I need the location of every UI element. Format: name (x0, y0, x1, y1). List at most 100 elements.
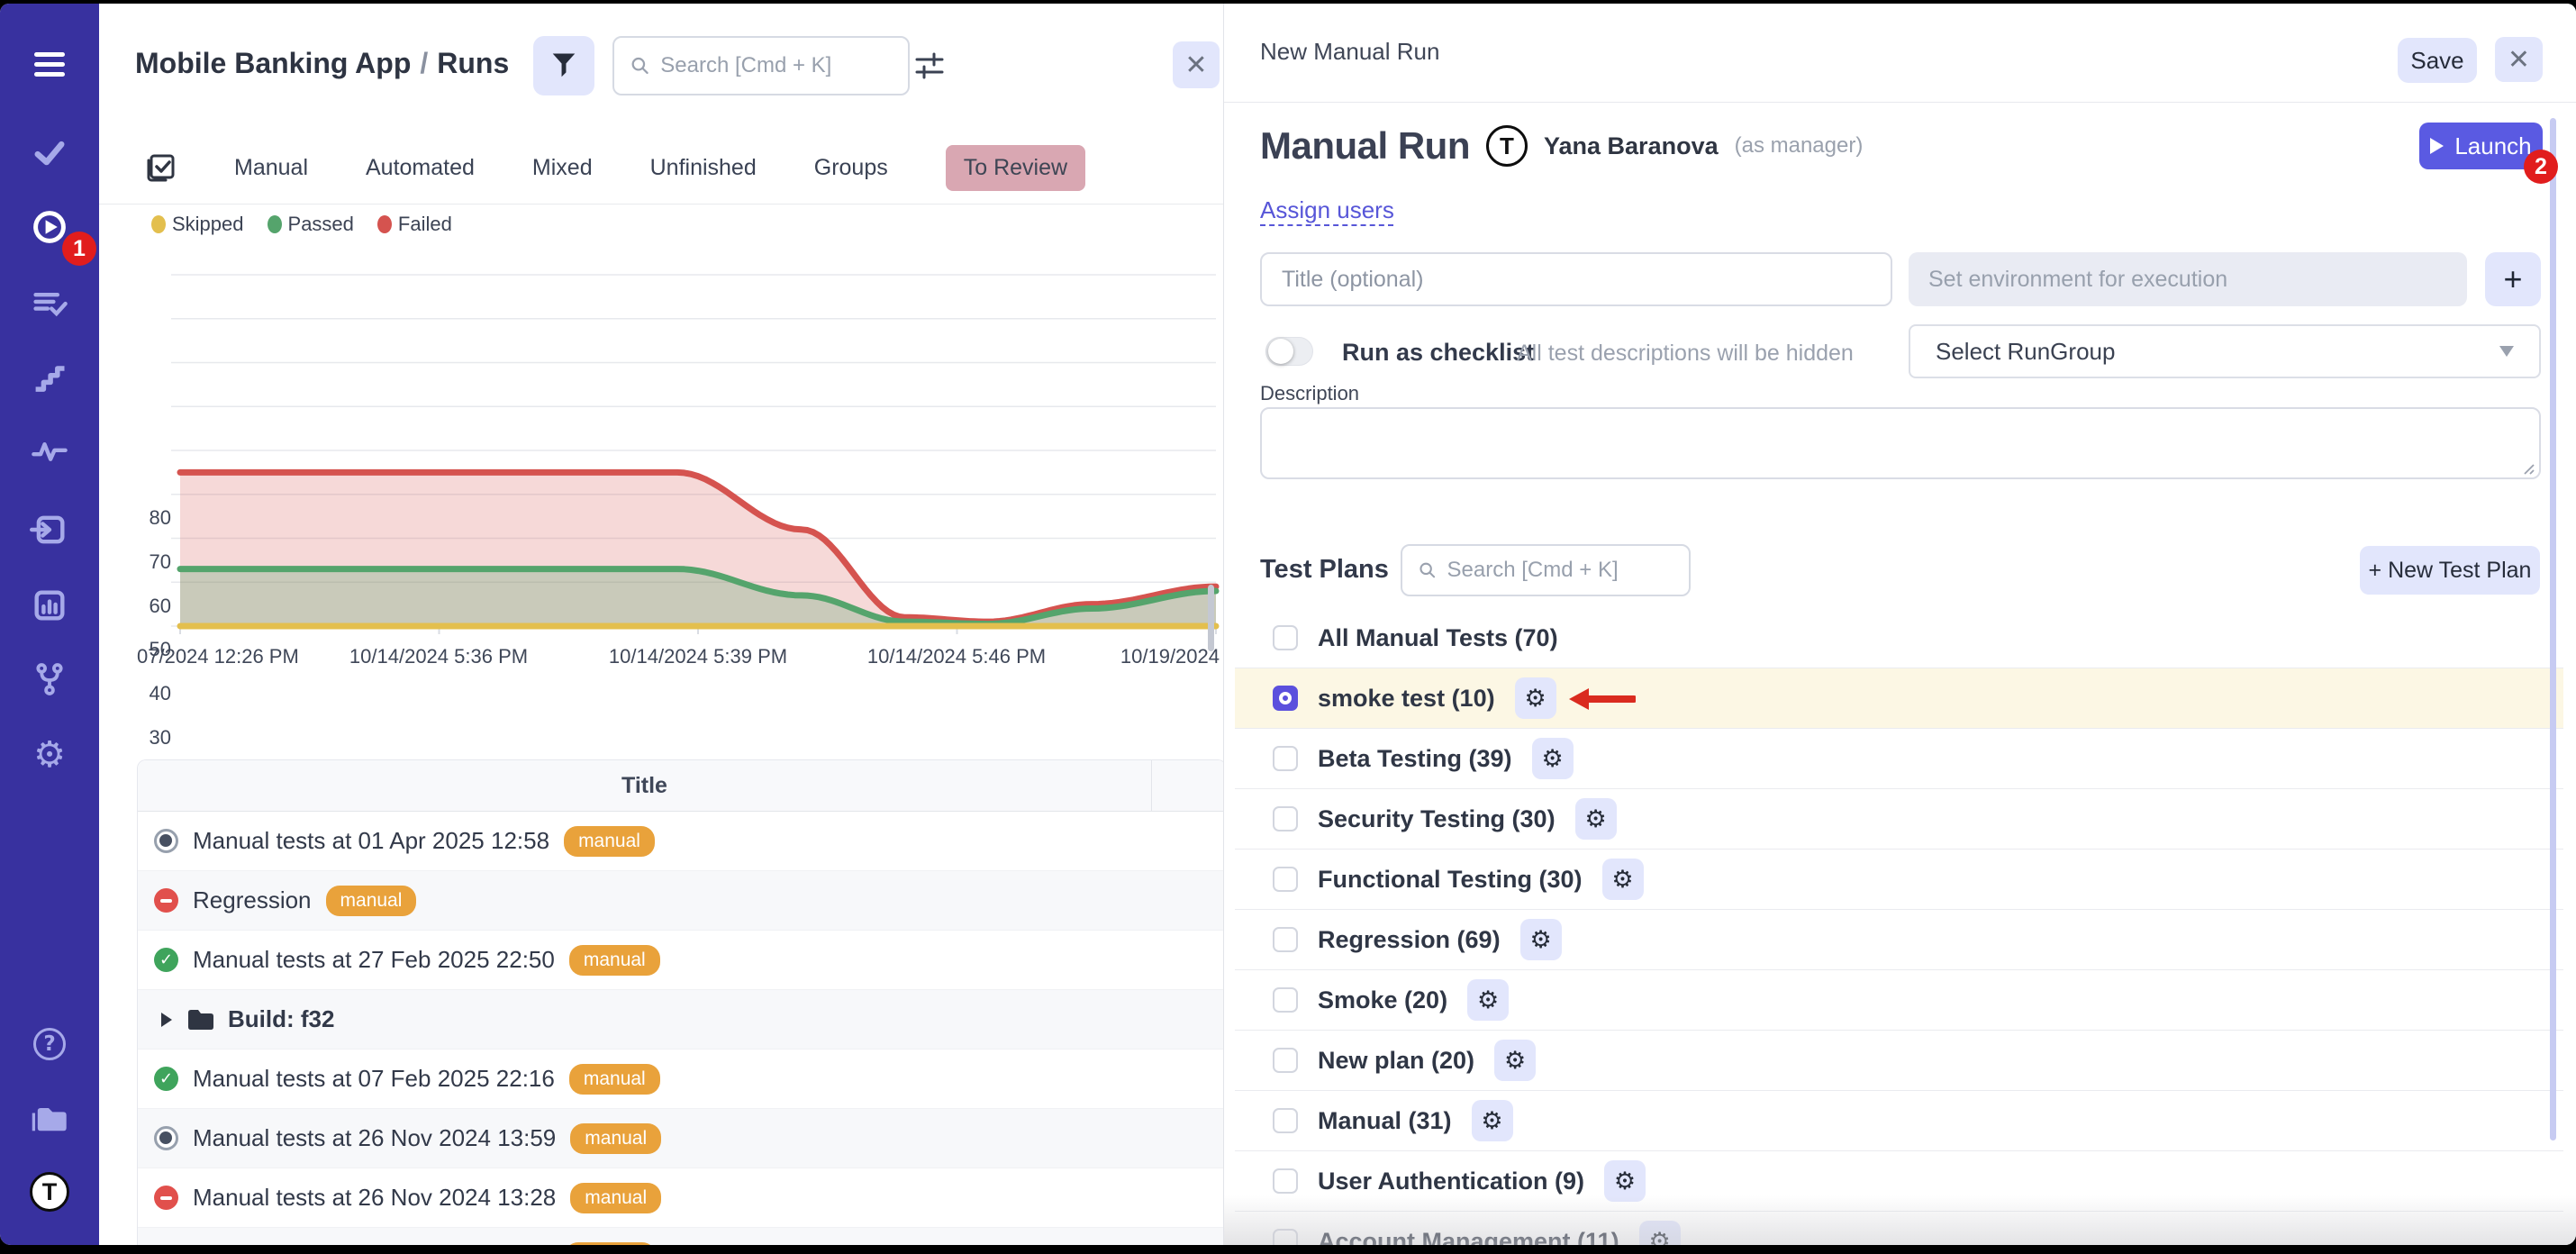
gear-icon: ⚙ (1504, 1049, 1526, 1073)
test-plan-settings-button[interactable]: ⚙ (1515, 677, 1556, 719)
test-plan-settings-button[interactable]: ⚙ (1602, 859, 1644, 900)
breadcrumb-project[interactable]: Mobile Banking App (135, 47, 411, 79)
table-row[interactable]: Manual tests at 19 Oct 2024 15:14 manual (138, 1228, 1223, 1245)
test-plan-checkbox[interactable] (1273, 987, 1298, 1013)
test-plan-row[interactable]: All Manual Tests (70) (1235, 608, 2563, 668)
table-row[interactable]: Manual tests at 07 Feb 2025 22:16 manual (138, 1050, 1223, 1109)
x-tick: 10/14/2024 5:39 PM (609, 645, 787, 668)
runs-tabs: Manual Automated Mixed Unfinished Groups… (144, 139, 1085, 196)
tab-manual[interactable]: Manual (234, 155, 308, 181)
test-plan-row[interactable]: Security Testing (30) ⚙ (1235, 789, 2563, 850)
sidebar-item-help[interactable]: ? (30, 1024, 69, 1064)
rungroup-select[interactable]: Select RunGroup (1909, 324, 2541, 378)
run-title: Manual tests at 07 Feb 2025 22:16 (193, 1065, 555, 1093)
sidebar-item-branches[interactable] (30, 659, 69, 699)
table-row[interactable]: Manual tests at 01 Apr 2025 12:58 manual (138, 812, 1223, 871)
runs-search-input[interactable] (660, 53, 892, 78)
sidebar-item-tests[interactable] (30, 132, 69, 172)
breadcrumb-page: Runs (437, 47, 509, 79)
test-plan-checkbox[interactable] (1273, 1229, 1298, 1245)
table-row[interactable]: Manual tests at 27 Feb 2025 22:50 manual (138, 931, 1223, 990)
test-plan-label: Smoke (20) (1318, 986, 1447, 1014)
table-row-folder[interactable]: Build: f32 (138, 990, 1223, 1050)
test-plan-checkbox[interactable] (1273, 867, 1298, 892)
test-plan-checkbox[interactable] (1273, 927, 1298, 952)
branch-icon (30, 659, 69, 699)
run-title-input[interactable] (1260, 252, 1892, 306)
close-runs-panel-button[interactable]: ✕ (1173, 41, 1220, 88)
new-test-plan-button[interactable]: + New Test Plan (2360, 546, 2540, 595)
description-textarea[interactable] (1260, 407, 2541, 479)
play-icon (2430, 138, 2444, 154)
owner-role: (as manager) (1735, 133, 1864, 159)
legend-dot-skipped (151, 215, 166, 233)
test-plan-checkbox[interactable] (1273, 1108, 1298, 1133)
tab-groups[interactable]: Groups (814, 155, 888, 181)
test-plan-settings-button[interactable]: ⚙ (1472, 1100, 1513, 1141)
test-plans-search-input[interactable] (1447, 558, 1673, 583)
test-plan-settings-button[interactable]: ⚙ (1604, 1160, 1646, 1202)
test-plan-checkbox[interactable] (1273, 625, 1298, 650)
test-plan-row[interactable]: New plan (20) ⚙ (1235, 1031, 2563, 1091)
save-button[interactable]: Save (2398, 38, 2477, 83)
test-plan-settings-button[interactable]: ⚙ (1575, 798, 1617, 840)
left-panel-scrollbar[interactable] (1208, 585, 1214, 651)
test-plan-row-clipped[interactable]: Account Management (11) ⚙ (1235, 1212, 2563, 1245)
test-plan-row[interactable]: Regression (69) ⚙ (1235, 910, 2563, 970)
column-header-title[interactable]: Title (138, 760, 1152, 811)
expand-caret-icon[interactable] (161, 1013, 172, 1027)
test-plan-checkbox[interactable] (1273, 1048, 1298, 1073)
test-plan-row[interactable]: Beta Testing (39) ⚙ (1235, 729, 2563, 789)
tab-unfinished[interactable]: Unfinished (650, 155, 757, 181)
test-plan-row[interactable]: Manual (31) ⚙ (1235, 1091, 2563, 1151)
sidebar-item-plans[interactable] (30, 283, 69, 323)
pulse-icon (30, 432, 69, 472)
tab-to-review[interactable]: To Review (946, 145, 1085, 191)
test-plan-checkbox[interactable] (1273, 1168, 1298, 1194)
status-failed-icon (154, 1186, 178, 1210)
test-plan-checkbox[interactable] (1273, 746, 1298, 771)
test-plan-row-selected[interactable]: smoke test (10) ⚙ (1235, 668, 2563, 729)
sidebar-item-import[interactable] (30, 510, 69, 550)
add-environment-button[interactable]: + (2485, 252, 2541, 306)
filter-button[interactable] (533, 36, 594, 95)
sidebar-item-docs[interactable] (30, 1098, 69, 1138)
test-plan-checkbox[interactable] (1273, 806, 1298, 831)
owner-avatar[interactable]: T (1486, 125, 1528, 167)
test-plan-label: Functional Testing (30) (1318, 866, 1583, 894)
test-plan-settings-button[interactable]: ⚙ (1639, 1221, 1681, 1245)
status-passed-icon (154, 948, 178, 972)
sidebar: 1 ⚙ ? T (0, 4, 99, 1245)
table-row[interactable]: Manual tests at 26 Nov 2024 13:28 manual (138, 1168, 1223, 1228)
close-panel-button[interactable]: ✕ (2495, 37, 2543, 82)
test-plan-row[interactable]: Smoke (20) ⚙ (1235, 970, 2563, 1031)
right-panel-scrollbar[interactable] (2550, 118, 2556, 1140)
chevron-down-icon (2499, 346, 2514, 357)
test-plan-row[interactable]: User Authentication (9) ⚙ (1235, 1151, 2563, 1212)
annotation-step-badge-1: 1 (62, 232, 96, 266)
sidebar-item-settings[interactable]: ⚙ (30, 735, 69, 775)
tab-mixed[interactable]: Mixed (532, 155, 593, 181)
sidebar-item-milestones[interactable] (30, 359, 69, 398)
run-as-checklist-toggle[interactable] (1265, 337, 1313, 366)
test-plan-settings-button[interactable]: ⚙ (1520, 919, 1562, 960)
tune-button[interactable] (912, 49, 948, 85)
test-plan-settings-button[interactable]: ⚙ (1494, 1040, 1536, 1081)
bar-chart-icon (30, 586, 69, 625)
breadcrumb: Mobile Banking App/Runs (135, 47, 509, 80)
assign-users-link[interactable]: Assign users (1260, 196, 1394, 224)
test-plan-checkbox-checked[interactable] (1273, 686, 1298, 711)
table-row[interactable]: Regression manual (138, 871, 1223, 931)
table-row[interactable]: Manual tests at 26 Nov 2024 13:59 manual (138, 1109, 1223, 1168)
menu-icon[interactable] (30, 44, 69, 84)
sidebar-item-pulse[interactable] (30, 432, 69, 472)
tab-automated[interactable]: Automated (366, 155, 475, 181)
test-plan-row[interactable]: Functional Testing (30) ⚙ (1235, 850, 2563, 910)
sidebar-item-analytics[interactable] (30, 586, 69, 625)
test-plan-settings-button[interactable]: ⚙ (1532, 738, 1574, 779)
environment-input[interactable] (1909, 252, 2467, 306)
sidebar-user-avatar[interactable]: T (30, 1172, 69, 1212)
x-tick: 07/2024 12:26 PM (137, 645, 299, 668)
test-plan-settings-button[interactable]: ⚙ (1467, 979, 1509, 1021)
select-all-icon[interactable] (144, 151, 177, 184)
